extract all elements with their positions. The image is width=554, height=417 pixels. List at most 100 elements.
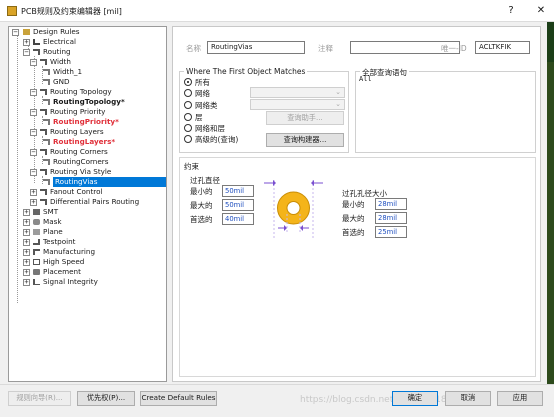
net-combo: ⌄ — [250, 87, 345, 98]
expand-toggle-icon[interactable]: + — [23, 209, 30, 216]
routing-icon — [33, 49, 40, 55]
radio-layer-label: 层 — [195, 113, 203, 122]
expand-toggle-icon[interactable]: + — [23, 229, 30, 236]
title-bar: PCB规则及约束编辑器 [mil] ? ✕ — [0, 0, 554, 22]
expand-toggle-icon[interactable]: + — [23, 269, 30, 276]
electrical-icon — [33, 39, 40, 45]
full-query-text[interactable]: All — [359, 75, 372, 83]
via-diameter-max-label: 最大的 — [190, 201, 213, 210]
apply-button[interactable]: 应用 — [497, 391, 543, 406]
rule-class-icon — [40, 109, 47, 115]
rule-icon — [43, 119, 50, 125]
high-speed-icon — [33, 259, 40, 265]
rule-icon — [43, 179, 50, 185]
via-diameter-preferred-field[interactable]: 40mil — [222, 213, 254, 225]
background-window-edge-top — [547, 22, 554, 62]
rule-icon — [43, 69, 50, 75]
design-rules-icon — [23, 29, 30, 35]
object-match-title: Where The First Object Matches — [184, 67, 308, 76]
radio-net-class-label: 网络类 — [195, 101, 218, 110]
rule-class-icon — [40, 129, 47, 135]
cancel-button[interactable]: 取消 — [445, 391, 491, 406]
collapse-toggle-icon[interactable]: − — [12, 29, 19, 36]
ok-button[interactable]: 确定 — [392, 391, 438, 406]
expand-toggle-icon[interactable]: + — [30, 189, 37, 196]
object-match-group: Where The First Object Matches 所有 网络 ⌄ 网… — [179, 67, 349, 153]
query-helper-button[interactable]: 查询助手... — [266, 111, 344, 125]
mask-icon — [33, 219, 40, 225]
hole-size-preferred-field[interactable]: 25mil — [375, 226, 407, 238]
expand-toggle-icon[interactable]: + — [23, 259, 30, 266]
tree-guide — [34, 56, 35, 183]
expand-toggle-icon[interactable]: + — [23, 219, 30, 226]
expand-toggle-icon[interactable]: + — [23, 249, 30, 256]
radio-all[interactable] — [184, 78, 192, 86]
help-button[interactable]: ? — [504, 5, 518, 16]
hole-size-max-field[interactable]: 28mil — [375, 212, 407, 224]
name-field[interactable]: RoutingVias — [207, 41, 305, 54]
hole-size-preferred-label: 首选的 — [342, 228, 365, 237]
collapse-toggle-icon[interactable]: − — [30, 59, 37, 66]
rule-class-icon — [40, 59, 47, 65]
placement-icon — [33, 269, 40, 275]
name-label: 名称 — [186, 44, 201, 53]
create-default-rules-button[interactable]: Create Default Rules — [140, 391, 217, 406]
background-window-edge — [547, 22, 554, 384]
expand-toggle-icon[interactable]: + — [23, 279, 30, 286]
via-diameter-preferred-label: 首选的 — [190, 215, 213, 224]
close-button[interactable]: ✕ — [534, 5, 548, 16]
tree-guide — [17, 36, 18, 303]
dialog-footer: 规则向导(R)... 优先权(P)... Create Default Rule… — [0, 384, 554, 417]
via-diameter-title: 过孔直径 — [190, 176, 220, 185]
rule-editor-panel: 名称 RoutingVias 注释 唯一-ID ACLTKFIK Where T… — [172, 26, 541, 382]
window-title: PCB规则及约束编辑器 [mil] — [21, 7, 122, 16]
collapse-toggle-icon[interactable]: − — [30, 169, 37, 176]
expand-toggle-icon[interactable]: + — [23, 39, 30, 46]
radio-net-class[interactable] — [184, 101, 192, 109]
hole-size-min-field[interactable]: 28mil — [375, 198, 407, 210]
signal-integrity-icon — [33, 279, 40, 285]
hole-size-max-label: 最大的 — [342, 214, 365, 223]
constraints-title: 约束 — [184, 162, 199, 171]
testpoint-icon — [33, 239, 40, 245]
radio-net-and-layer[interactable] — [184, 124, 192, 132]
via-hole-icon — [286, 201, 301, 215]
constraints-group: 约束 过孔直径 最小的 50mil 最大的 50mil 首选的 40mil 过孔… — [179, 157, 536, 377]
full-query-group: 全部查询语句 All — [355, 67, 536, 153]
expand-toggle-icon[interactable]: + — [30, 199, 37, 206]
comment-label: 注释 — [318, 44, 333, 53]
radio-net[interactable] — [184, 89, 192, 97]
rule-wizard-button[interactable]: 规则向导(R)... — [8, 391, 71, 406]
smt-icon — [33, 209, 40, 215]
query-builder-button[interactable]: 查询构建器... — [266, 133, 344, 147]
rule-icon — [43, 139, 50, 145]
radio-layer[interactable] — [184, 113, 192, 121]
uid-field[interactable]: ACLTKFIK — [475, 41, 530, 54]
collapse-toggle-icon[interactable]: − — [23, 49, 30, 56]
radio-advanced-query[interactable] — [184, 135, 192, 143]
rule-icon — [43, 79, 50, 85]
radio-all-label: 所有 — [195, 78, 210, 87]
rule-class-icon — [40, 189, 47, 195]
plane-icon — [33, 229, 40, 235]
priority-button[interactable]: 优先权(P)... — [77, 391, 135, 406]
uid-label: 唯一-ID — [441, 44, 467, 53]
via-diameter-min-label: 最小的 — [190, 187, 213, 196]
net-class-combo: ⌄ — [250, 99, 345, 110]
chevron-down-icon: ⌄ — [335, 88, 341, 96]
chevron-down-icon: ⌄ — [335, 100, 341, 108]
rule-class-icon — [40, 169, 47, 175]
collapse-toggle-icon[interactable]: − — [30, 109, 37, 116]
radio-net-label: 网络 — [195, 89, 210, 98]
app-icon — [7, 6, 17, 16]
rule-icon — [43, 159, 50, 165]
rule-icon — [43, 99, 50, 105]
collapse-toggle-icon[interactable]: − — [30, 149, 37, 156]
collapse-toggle-icon[interactable]: − — [30, 89, 37, 96]
expand-toggle-icon[interactable]: + — [23, 239, 30, 246]
collapse-toggle-icon[interactable]: − — [30, 129, 37, 136]
via-diameter-min-field[interactable]: 50mil — [222, 185, 254, 197]
radio-net-and-layer-label: 网络和层 — [195, 124, 225, 133]
via-diameter-max-field[interactable]: 50mil — [222, 199, 254, 211]
rules-tree[interactable]: − Design Rules + Electrical − Routing − … — [8, 26, 167, 382]
